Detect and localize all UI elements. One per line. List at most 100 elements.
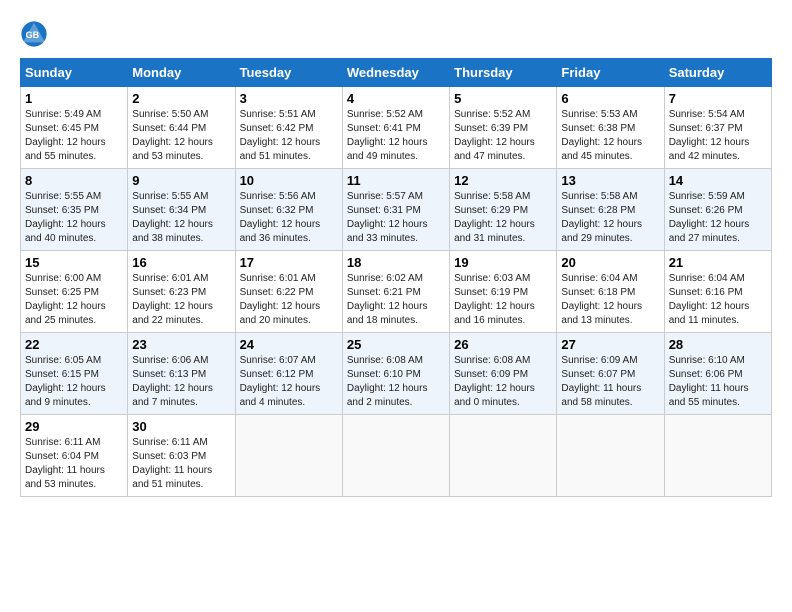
calendar-cell: 25 Sunrise: 6:08 AM Sunset: 6:10 PM Dayli…: [342, 333, 449, 415]
calendar-cell: 14Sunrise: 5:59 AM Sunset: 6:26 PM Dayli…: [664, 169, 771, 251]
weekday-header-wednesday: Wednesday: [342, 59, 449, 87]
calendar-cell: 6 Sunrise: 5:53 AM Sunset: 6:38 PM Daylig…: [557, 87, 664, 169]
calendar-cell: 13 Sunrise: 5:58 AM Sunset: 6:28 PM Dayli…: [557, 169, 664, 251]
calendar-cell: 30Sunrise: 6:11 AM Sunset: 6:03 PM Dayli…: [128, 415, 235, 497]
day-number: 6: [561, 91, 659, 106]
weekday-header-row: SundayMondayTuesdayWednesdayThursdayFrid…: [21, 59, 772, 87]
calendar-cell: 17 Sunrise: 6:01 AM Sunset: 6:22 PM Dayli…: [235, 251, 342, 333]
calendar-cell: 8Sunrise: 5:55 AM Sunset: 6:35 PM Daylig…: [21, 169, 128, 251]
day-number: 22: [25, 337, 123, 352]
calendar-cell: 1 Sunrise: 5:49 AM Sunset: 6:45 PM Daylig…: [21, 87, 128, 169]
day-info: Sunrise: 5:49 AM Sunset: 6:45 PM Dayligh…: [25, 108, 123, 164]
calendar-cell: 7 Sunrise: 5:54 AM Sunset: 6:37 PM Daylig…: [664, 87, 771, 169]
day-number: 3: [240, 91, 338, 106]
day-info: Sunrise: 5:52 AM Sunset: 6:39 PM Dayligh…: [454, 108, 552, 164]
calendar-week-row: 29 Sunrise: 6:11 AM Sunset: 6:04 PM Dayli…: [21, 415, 772, 497]
day-info: Sunrise: 6:08 AM Sunset: 6:09 PM Dayligh…: [454, 354, 552, 410]
day-info: Sunrise: 6:11 AM Sunset: 6:03 PM Dayligh…: [132, 436, 230, 492]
logo: GB: [20, 20, 50, 48]
calendar-cell: 21 Sunrise: 6:04 AM Sunset: 6:16 PM Dayli…: [664, 251, 771, 333]
day-number: 28: [669, 337, 767, 352]
day-info: Sunrise: 6:01 AM Sunset: 6:22 PM Dayligh…: [240, 272, 338, 328]
calendar-cell: 26Sunrise: 6:08 AM Sunset: 6:09 PM Dayli…: [450, 333, 557, 415]
day-number: 2: [132, 91, 230, 106]
calendar-cell: [450, 415, 557, 497]
calendar-cell: 23 Sunrise: 6:06 AM Sunset: 6:13 PM Dayli…: [128, 333, 235, 415]
day-number: 12: [454, 173, 552, 188]
calendar-cell: 16 Sunrise: 6:01 AM Sunset: 6:23 PM Dayli…: [128, 251, 235, 333]
day-info: Sunrise: 5:54 AM Sunset: 6:37 PM Dayligh…: [669, 108, 767, 164]
weekday-header-thursday: Thursday: [450, 59, 557, 87]
day-info: Sunrise: 6:01 AM Sunset: 6:23 PM Dayligh…: [132, 272, 230, 328]
weekday-header-monday: Monday: [128, 59, 235, 87]
day-info: Sunrise: 5:51 AM Sunset: 6:42 PM Dayligh…: [240, 108, 338, 164]
calendar-week-row: 8Sunrise: 5:55 AM Sunset: 6:35 PM Daylig…: [21, 169, 772, 251]
day-info: Sunrise: 5:56 AM Sunset: 6:32 PM Dayligh…: [240, 190, 338, 246]
day-number: 9: [132, 173, 230, 188]
weekday-header-saturday: Saturday: [664, 59, 771, 87]
calendar-cell: [664, 415, 771, 497]
day-info: Sunrise: 5:57 AM Sunset: 6:31 PM Dayligh…: [347, 190, 445, 246]
calendar-cell: 24Sunrise: 6:07 AM Sunset: 6:12 PM Dayli…: [235, 333, 342, 415]
day-number: 10: [240, 173, 338, 188]
day-info: Sunrise: 6:00 AM Sunset: 6:25 PM Dayligh…: [25, 272, 123, 328]
svg-text:GB: GB: [26, 30, 40, 40]
calendar-cell: 27 Sunrise: 6:09 AM Sunset: 6:07 PM Dayli…: [557, 333, 664, 415]
calendar-cell: [557, 415, 664, 497]
calendar-cell: 29 Sunrise: 6:11 AM Sunset: 6:04 PM Dayli…: [21, 415, 128, 497]
calendar-cell: 2Sunrise: 5:50 AM Sunset: 6:44 PM Daylig…: [128, 87, 235, 169]
day-number: 15: [25, 255, 123, 270]
day-number: 11: [347, 173, 445, 188]
day-number: 16: [132, 255, 230, 270]
day-number: 24: [240, 337, 338, 352]
day-number: 1: [25, 91, 123, 106]
weekday-header-sunday: Sunday: [21, 59, 128, 87]
weekday-header-friday: Friday: [557, 59, 664, 87]
day-info: Sunrise: 6:03 AM Sunset: 6:19 PM Dayligh…: [454, 272, 552, 328]
day-number: 20: [561, 255, 659, 270]
calendar-cell: 5 Sunrise: 5:52 AM Sunset: 6:39 PM Daylig…: [450, 87, 557, 169]
page-header: GB: [20, 20, 772, 48]
calendar-week-row: 1 Sunrise: 5:49 AM Sunset: 6:45 PM Daylig…: [21, 87, 772, 169]
calendar-cell: 4Sunrise: 5:52 AM Sunset: 6:41 PM Daylig…: [342, 87, 449, 169]
day-info: Sunrise: 6:04 AM Sunset: 6:18 PM Dayligh…: [561, 272, 659, 328]
day-number: 17: [240, 255, 338, 270]
day-info: Sunrise: 6:09 AM Sunset: 6:07 PM Dayligh…: [561, 354, 659, 410]
day-info: Sunrise: 5:52 AM Sunset: 6:41 PM Dayligh…: [347, 108, 445, 164]
day-number: 25: [347, 337, 445, 352]
calendar-cell: 15 Sunrise: 6:00 AM Sunset: 6:25 PM Dayli…: [21, 251, 128, 333]
day-number: 21: [669, 255, 767, 270]
day-info: Sunrise: 6:06 AM Sunset: 6:13 PM Dayligh…: [132, 354, 230, 410]
day-number: 14: [669, 173, 767, 188]
day-info: Sunrise: 6:08 AM Sunset: 6:10 PM Dayligh…: [347, 354, 445, 410]
day-number: 23: [132, 337, 230, 352]
day-info: Sunrise: 6:05 AM Sunset: 6:15 PM Dayligh…: [25, 354, 123, 410]
calendar-cell: 20 Sunrise: 6:04 AM Sunset: 6:18 PM Dayli…: [557, 251, 664, 333]
day-number: 5: [454, 91, 552, 106]
day-number: 18: [347, 255, 445, 270]
calendar-cell: 12Sunrise: 5:58 AM Sunset: 6:29 PM Dayli…: [450, 169, 557, 251]
calendar-cell: [342, 415, 449, 497]
day-number: 7: [669, 91, 767, 106]
calendar-cell: 10 Sunrise: 5:56 AM Sunset: 6:32 PM Dayli…: [235, 169, 342, 251]
calendar-cell: 11 Sunrise: 5:57 AM Sunset: 6:31 PM Dayli…: [342, 169, 449, 251]
day-number: 8: [25, 173, 123, 188]
calendar-cell: 19Sunrise: 6:03 AM Sunset: 6:19 PM Dayli…: [450, 251, 557, 333]
day-info: Sunrise: 5:53 AM Sunset: 6:38 PM Dayligh…: [561, 108, 659, 164]
calendar-week-row: 15 Sunrise: 6:00 AM Sunset: 6:25 PM Dayli…: [21, 251, 772, 333]
logo-icon: GB: [20, 20, 48, 48]
day-number: 13: [561, 173, 659, 188]
day-number: 29: [25, 419, 123, 434]
day-info: Sunrise: 5:58 AM Sunset: 6:28 PM Dayligh…: [561, 190, 659, 246]
calendar-week-row: 22 Sunrise: 6:05 AM Sunset: 6:15 PM Dayli…: [21, 333, 772, 415]
day-info: Sunrise: 6:10 AM Sunset: 6:06 PM Dayligh…: [669, 354, 767, 410]
calendar-cell: 22 Sunrise: 6:05 AM Sunset: 6:15 PM Dayli…: [21, 333, 128, 415]
day-info: Sunrise: 6:02 AM Sunset: 6:21 PM Dayligh…: [347, 272, 445, 328]
day-info: Sunrise: 6:11 AM Sunset: 6:04 PM Dayligh…: [25, 436, 123, 492]
day-info: Sunrise: 6:04 AM Sunset: 6:16 PM Dayligh…: [669, 272, 767, 328]
day-info: Sunrise: 5:55 AM Sunset: 6:34 PM Dayligh…: [132, 190, 230, 246]
calendar-table: SundayMondayTuesdayWednesdayThursdayFrid…: [20, 58, 772, 497]
calendar-cell: 28 Sunrise: 6:10 AM Sunset: 6:06 PM Dayli…: [664, 333, 771, 415]
calendar-cell: 9 Sunrise: 5:55 AM Sunset: 6:34 PM Daylig…: [128, 169, 235, 251]
day-number: 27: [561, 337, 659, 352]
